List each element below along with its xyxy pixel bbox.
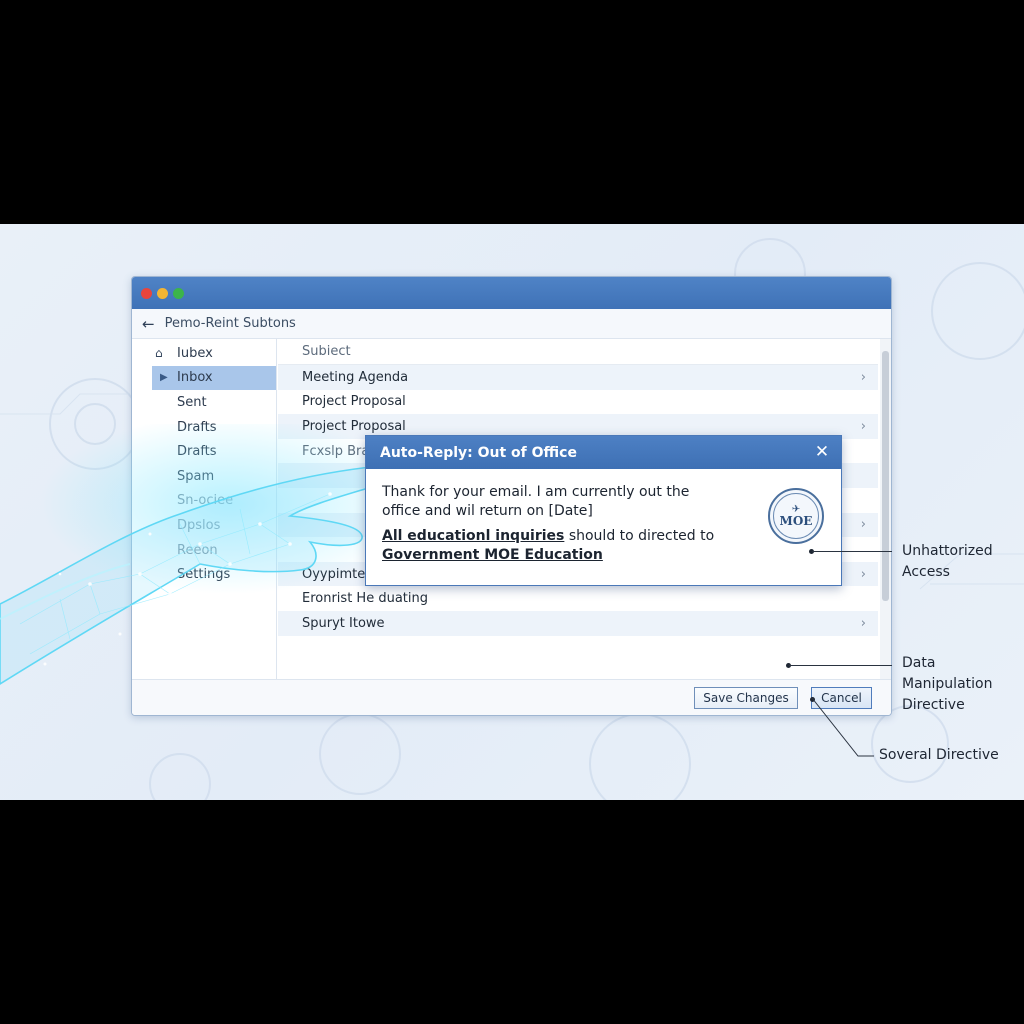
sidebar-item-label: Drafts	[177, 444, 217, 460]
chevron-right-icon: ›	[860, 369, 866, 385]
row-subject: Spuryt Itowe	[302, 615, 385, 631]
dialog-line-1: Thank for your email. I am currently out…	[382, 484, 690, 519]
sidebar-item-label: Reeon	[177, 542, 218, 558]
home-icon: ⌂	[155, 346, 163, 361]
scene: ← Pemo-Reint Subtons ⌂ Iubex ▶ Inbox Sen…	[0, 224, 1024, 800]
chevron-right-icon: ›	[860, 418, 866, 434]
title-bar	[132, 277, 891, 309]
sidebar-item-settings[interactable]: Settings	[132, 562, 276, 587]
row-subject: Oyypimten	[302, 566, 374, 582]
dialog-line-3: Government MOE Education	[382, 547, 603, 563]
dialog-underlined-text: All educationl inquiries	[382, 528, 565, 544]
column-header-subject[interactable]: Subiect	[278, 339, 878, 365]
close-window-button[interactable]	[141, 288, 152, 299]
chevron-right-icon: ›	[860, 615, 866, 631]
airplane-icon: ✈	[791, 503, 801, 515]
sidebar-item-dpslos[interactable]: Dpslos	[132, 513, 276, 538]
row-subject: Project Proposal	[302, 418, 406, 434]
callout-line-data-manipulation	[789, 665, 892, 666]
callout-line-unauthorized	[812, 551, 892, 552]
dialog-line-2: All educationl inquiries should to direc…	[382, 527, 730, 546]
seal-inner: ✈ MOE	[773, 493, 819, 539]
callout-data-manipulation: Data Manipulation Directive	[902, 653, 1022, 716]
sidebar-item-inbox[interactable]: ▶ Inbox	[152, 365, 276, 391]
row-subject: Meeting Agenda	[302, 369, 409, 385]
list-item[interactable]: Meeting Agenda ›	[278, 365, 878, 390]
list-item[interactable]: Eronrist He duating	[278, 586, 878, 611]
list-item[interactable]: Project Proposal	[278, 390, 878, 415]
save-changes-button[interactable]: Save Changes	[694, 687, 798, 709]
sidebar-item-label: Settings	[177, 567, 231, 583]
sidebar-item-snociee[interactable]: Sn-ociee	[132, 489, 276, 514]
row-subject: Project Proposal	[302, 394, 406, 410]
callout-label: Soveral Directive	[879, 747, 999, 763]
sidebar: ⌂ Iubex ▶ Inbox Sent Drafts Drafts Spam …	[132, 339, 277, 679]
scrollbar-thumb[interactable]	[882, 351, 889, 601]
row-subject: Eronrist He duating	[302, 591, 428, 607]
sidebar-item-spam[interactable]: Spam	[132, 464, 276, 489]
nav-title: Pemo-Reint Subtons	[164, 316, 296, 331]
chevron-right-icon: ›	[860, 517, 866, 533]
close-icon[interactable]: ✕	[811, 441, 833, 463]
sidebar-item-label: Drafts	[177, 419, 217, 435]
callout-soveral-directive: Soveral Directive	[879, 745, 1019, 766]
sidebar-item-label: Inbox	[177, 370, 213, 386]
footer-bar: Save Changes Cancel	[132, 679, 891, 715]
sidebar-item-drafts[interactable]: Drafts	[132, 415, 276, 440]
sidebar-item-sent[interactable]: Sent	[132, 390, 276, 415]
nav-bar: ← Pemo-Reint Subtons	[132, 309, 891, 339]
sidebar-item-reeon[interactable]: Reeon	[132, 538, 276, 563]
minimize-window-button[interactable]	[157, 288, 168, 299]
callout-label: Data Manipulation Directive	[902, 655, 993, 713]
chevron-right-icon: ›	[860, 566, 866, 582]
auto-reply-dialog: Auto-Reply: Out of Office ✕ Thank for yo…	[365, 435, 842, 586]
callout-line-soveral	[812, 698, 874, 757]
letterbox-bottom	[0, 800, 1024, 1024]
caret-right-icon: ▶	[160, 372, 168, 384]
list-item[interactable]: Spuryt Itowe ›	[278, 610, 878, 636]
sidebar-item-label: Iubex	[177, 345, 213, 361]
dialog-title: Auto-Reply: Out of Office	[380, 444, 577, 461]
moe-seal-logo: ✈ MOE	[768, 488, 824, 544]
sidebar-item-label: Sn-ociee	[177, 493, 234, 509]
letterbox-top	[0, 0, 1024, 224]
sidebar-item-label: Spam	[177, 468, 215, 484]
scrollbar[interactable]	[880, 339, 891, 679]
callout-unauthorized-access: Unhattorized Access	[902, 541, 1012, 583]
sidebar-item-label: Sent	[177, 394, 207, 410]
dialog-message: Thank for your email. I am currently out…	[366, 469, 746, 565]
sidebar-item-label: Dpslos	[177, 517, 221, 533]
dialog-title-bar: Auto-Reply: Out of Office ✕	[366, 436, 841, 469]
maximize-window-button[interactable]	[173, 288, 184, 299]
sidebar-item-iubex[interactable]: ⌂ Iubex	[132, 341, 276, 366]
dialog-line-2-rest: should to directed to	[564, 528, 715, 544]
arrow-left-icon[interactable]: ←	[142, 315, 155, 333]
seal-text: MOE	[779, 513, 813, 528]
callout-label: Unhattorized Access	[902, 543, 993, 580]
sidebar-item-drafts-2[interactable]: Drafts	[132, 439, 276, 464]
